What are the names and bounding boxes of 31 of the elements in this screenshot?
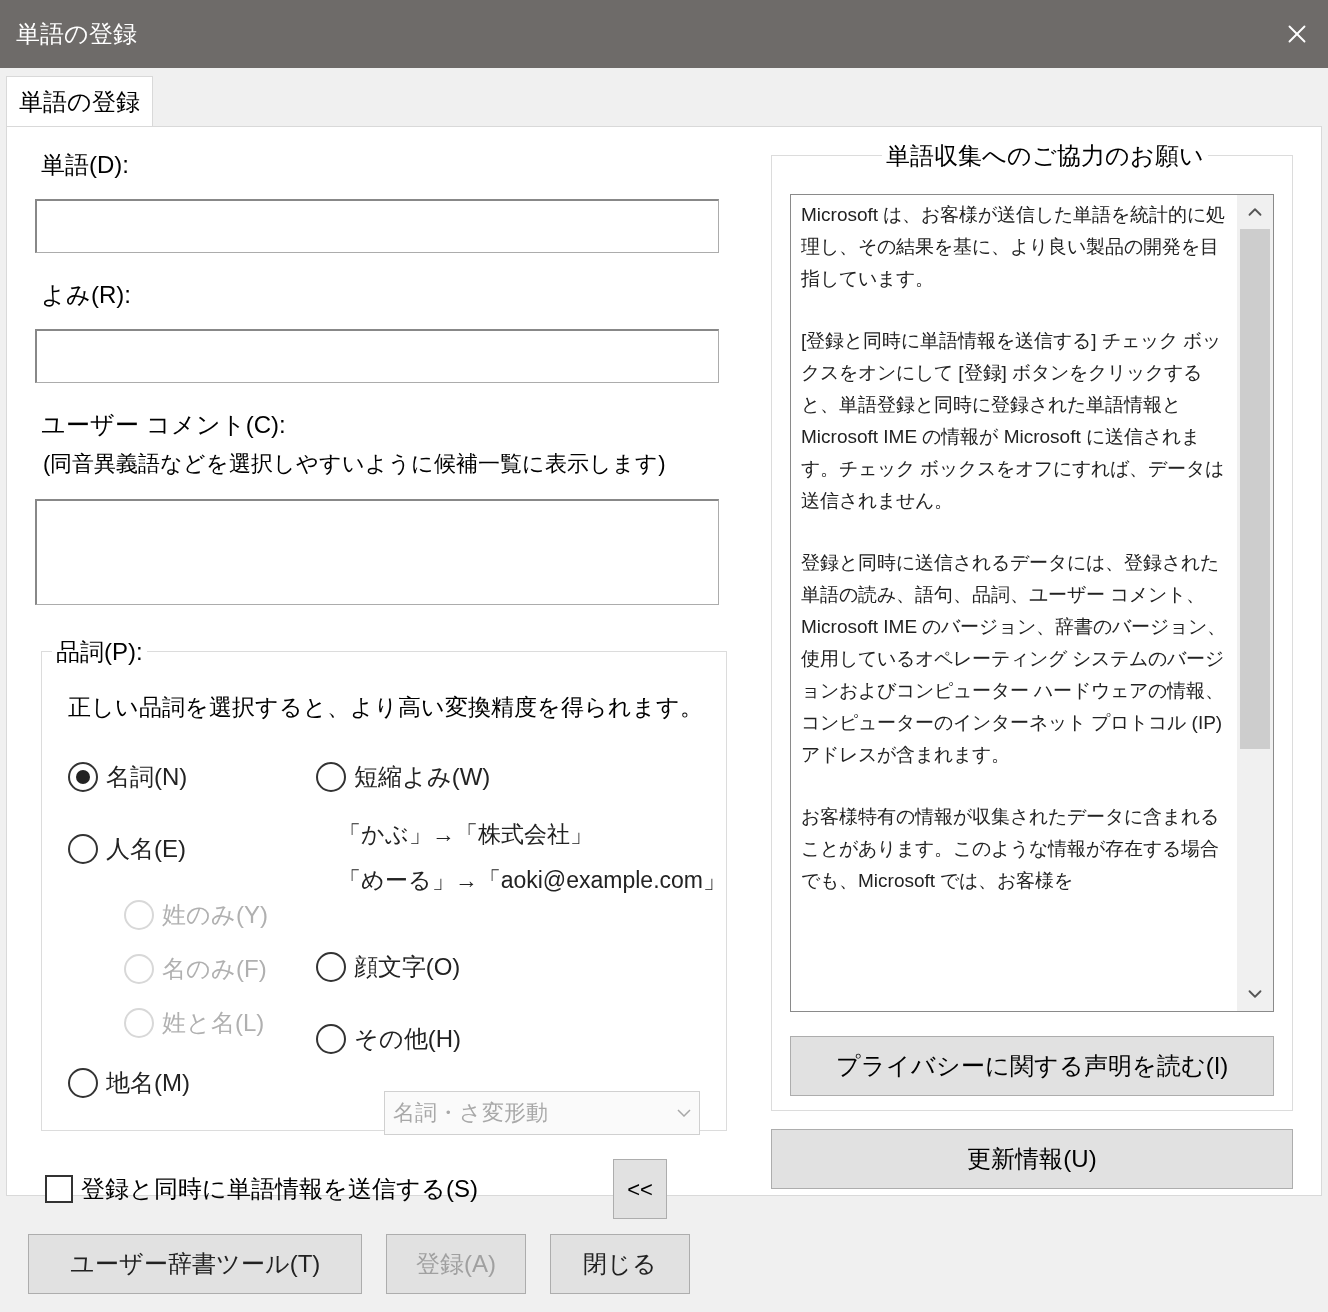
window-title: 単語の登録 <box>16 19 137 49</box>
input-field[interactable] <box>35 499 719 605</box>
field-label: よみ(R): <box>40 280 132 310</box>
privacy-button[interactable]: プライバシーに関する声明を読む(I) <box>790 1036 1274 1096</box>
input-field[interactable] <box>35 329 719 383</box>
info-text-area[interactable] <box>790 194 1274 1012</box>
dialog-button[interactable]: ユーザー辞書ツール(T) <box>28 1234 362 1294</box>
description-text: 正しい品詞を選択すると、より高い変換精度を得られます。 <box>68 693 704 722</box>
radio-button[interactable]: 短縮よみ(W) <box>315 758 726 795</box>
chevron-down-icon <box>676 1108 691 1117</box>
field-hint: (同音異義語などを選択しやすいように候補一覧に表示します) <box>42 450 667 478</box>
example-text: 「めーる」→「aoki@example.com」 <box>336 865 726 895</box>
input-field[interactable] <box>35 199 719 253</box>
radio-button[interactable]: その他(H) <box>315 1020 726 1057</box>
example-text: 「かぶ」→「株式会社」 <box>336 819 594 849</box>
radio-button[interactable]: 地名(M) <box>68 1064 316 1101</box>
info-paragraph: 登録と同時に送信されるデータには、登録された単語の読み、語句、品詞、ユーザー コメント、Microsoft IME のバージョン、辞書のバージョン、使用しているオペレーティング システムのバージョンおよびコンピューター ハードウェアの情報、コンピューターのインターネット プロトコル (IP) アドレスが含まれます。 <box>801 551 1227 767</box>
radio-button[interactable]: 人名(E) <box>68 830 316 867</box>
radio-button[interactable]: 名詞(N) <box>68 758 316 795</box>
field-label: ユーザー コメント(C): <box>40 410 287 440</box>
radio-button[interactable]: 顔文字(O) <box>315 948 726 985</box>
update-info-button[interactable]: 更新情報(U) <box>771 1129 1293 1189</box>
field-label: 単語(D): <box>40 150 130 180</box>
info-paragraph: お客様特有の情報が収集されたデータに含まれることがあります。このような情報が存在する場合でも、Microsoft では、お客様を <box>801 805 1220 893</box>
tab[interactable]: 単語の登録 <box>6 76 153 126</box>
scrollbar[interactable] <box>1237 195 1273 1011</box>
info-paragraph: [登録と同時に単語情報を送信する] チェック ボックスをオンにして [登録] ボタンをクリックすると、単語登録と同時に登録された単語情報と Microsoft IME の情報が Microsoft に送信されます。チェック ボックスをオフにすれば、データは送信されません。 <box>801 329 1226 513</box>
collapse-button[interactable]: << <box>613 1159 667 1219</box>
info-paragraph: Microsoft は、お客様が送信した単語を統計的に処理し、その結果を基に、より良い製品の開発を目指しています。 <box>801 203 1227 291</box>
send-checkbox[interactable]: 登録と同時に単語情報を送信する(S) <box>45 1171 478 1207</box>
dialog-button[interactable]: 閉じる <box>550 1234 690 1294</box>
